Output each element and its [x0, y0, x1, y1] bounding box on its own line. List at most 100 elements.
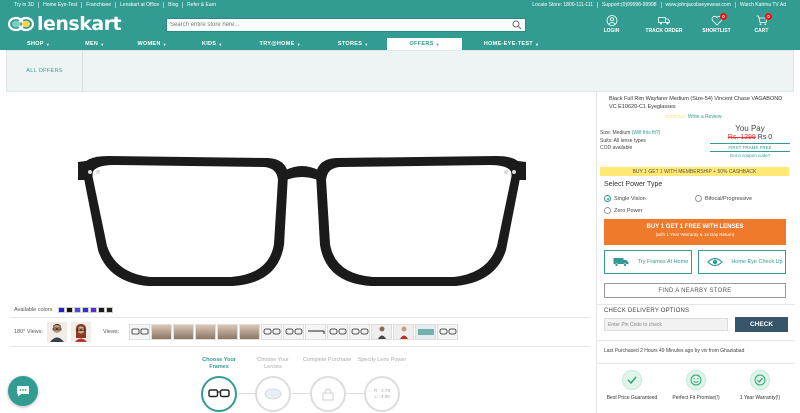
nav-kids[interactable]: KIDS ▼ — [180, 38, 236, 50]
pin-code-input[interactable]: Enter Pin Code to check — [604, 318, 728, 331]
color-swatch[interactable] — [106, 307, 114, 313]
glasses-icon — [285, 328, 303, 335]
home-eye-check-button[interactable]: Home Eye Check Up — [698, 250, 786, 274]
cod-available: COD available — [600, 145, 633, 151]
color-swatch[interactable] — [66, 307, 74, 313]
utility-link-refer-earn[interactable]: Refer & Earn — [183, 2, 220, 8]
nav-offers[interactable]: OFFERS ▼ — [387, 38, 462, 50]
utility-support[interactable]: Support:(0)99998-99998 — [598, 2, 662, 8]
will-this-fit-link[interactable]: (Will this fit?) — [632, 130, 661, 136]
radio-bifocal[interactable]: Bifocal/Progressive — [695, 195, 752, 202]
find-nearby-store-button[interactable]: FIND A NEARBY STORE — [604, 283, 786, 298]
nav-shop[interactable]: SHOP ▼ — [14, 38, 63, 50]
chevron-down-icon: ▼ — [435, 41, 440, 47]
nav-men[interactable]: MEN ▼ — [63, 38, 117, 50]
chevron-down-icon: ▼ — [162, 41, 167, 47]
check-delivery-button[interactable]: CHECK — [735, 317, 788, 332]
color-swatch[interactable] — [82, 307, 90, 313]
cart-button[interactable]: 0 CART — [739, 13, 784, 34]
utility-locate-store[interactable]: Locate Store: 1800-111-111 — [528, 2, 599, 8]
eye-icon — [707, 257, 723, 267]
try-frames-at-home-button[interactable]: Try Frames At Home — [604, 250, 692, 274]
guarantee-perfect-fit[interactable]: Perfect Fit Promise(!) — [665, 370, 727, 401]
nav-try-at-home[interactable]: TRY@HOME ▼ — [236, 38, 314, 50]
step-complete-purchase-label: Complete Purchase — [302, 357, 352, 363]
view-thumbnails — [129, 324, 459, 340]
divider — [597, 340, 795, 341]
product-eyeglasses-image[interactable] — [78, 150, 526, 290]
color-swatch[interactable] — [98, 307, 106, 313]
chevron-down-icon: ▼ — [534, 41, 540, 47]
view-thumbnail[interactable] — [129, 324, 151, 340]
person-icon — [399, 326, 408, 339]
login-button[interactable]: LOGIN — [589, 15, 634, 34]
write-review-link[interactable]: Write a Review — [688, 114, 722, 120]
view-thumbnail[interactable] — [195, 324, 217, 340]
view-thumbnail[interactable] — [437, 324, 459, 340]
step-choose-lenses[interactable] — [255, 376, 291, 412]
view-thumbnail[interactable] — [283, 324, 305, 340]
divider — [10, 317, 590, 318]
search-input[interactable] — [170, 22, 512, 28]
lenskart-logo[interactable]: lenskart — [8, 13, 122, 35]
views-label: Views: — [103, 329, 120, 335]
color-swatch[interactable] — [90, 307, 98, 313]
view-thumbnail[interactable] — [217, 324, 239, 340]
shortlist-button[interactable]: 0 SHORTLIST — [694, 13, 739, 34]
chat-button[interactable] — [8, 376, 38, 406]
view-thumbnail[interactable] — [393, 324, 415, 340]
search-bar[interactable] — [166, 18, 526, 32]
utility-john-jacobs[interactable]: www.johnjacobseyewear.com — [662, 2, 736, 8]
step-lens-power[interactable]: R: -2.75 L: -3.00 — [364, 376, 400, 412]
utility-watch-ad[interactable]: Watch Katrina TV Ad — [736, 2, 790, 8]
utility-link-try-3d[interactable]: Try in 3D — [10, 2, 40, 8]
view-thumbnail[interactable] — [415, 324, 437, 340]
logo-mark-icon — [8, 16, 34, 32]
utility-link-franchisee[interactable]: Franchisee — [82, 2, 117, 8]
search-icon[interactable] — [512, 20, 522, 30]
price-line: Rs. 1299 Rs 0 — [710, 134, 790, 141]
all-offers-link[interactable]: ALL OFFERS — [7, 51, 83, 91]
chevron-down-icon: ▼ — [100, 41, 105, 47]
cart-label: CART — [754, 28, 769, 34]
view-thumbnail[interactable] — [349, 324, 371, 340]
old-price: Rs. 1299 — [727, 134, 756, 141]
eye-check-label: Home Eye Check Up — [731, 258, 783, 265]
shield-check-icon — [750, 370, 770, 390]
view-thumbnail[interactable] — [371, 324, 393, 340]
check-delivery-title: CHECK DELIVERY OPTIONS — [604, 308, 690, 314]
nav-women[interactable]: WOMEN ▼ — [117, 38, 179, 50]
model-thumbnail-female[interactable] — [71, 322, 92, 342]
buy-with-lenses-button[interactable]: BUY 1 GET 1 FREE WITH LENSES (with 1 Yea… — [604, 219, 786, 245]
radio-single-vision[interactable]: Single Vision — [604, 195, 646, 202]
divider — [597, 363, 795, 364]
view-thumbnail[interactable] — [305, 324, 327, 340]
color-swatch[interactable] — [74, 307, 82, 313]
utility-link-blog[interactable]: Blog — [164, 2, 184, 8]
membership-promo-banner: BUY 1 GET 1 WITH MEMBERSHIP + 50% CASHBA… — [600, 167, 789, 176]
utility-link-home-eye-test[interactable]: Home Eye-Test — [39, 2, 83, 8]
view-thumbnail[interactable] — [239, 324, 261, 340]
view-thumbnail[interactable] — [261, 324, 283, 340]
utility-link-lenskart-office[interactable]: Lenskart at Office — [116, 2, 165, 8]
color-swatch[interactable] — [58, 307, 66, 313]
radio-zero-power[interactable]: Zero Power — [604, 207, 642, 214]
nav-stores[interactable]: STORES ▼ — [314, 38, 382, 50]
coupon-link[interactable]: Got a coupon code? — [710, 153, 790, 158]
step-choose-frames[interactable] — [201, 376, 237, 412]
product-specs: Size: Medium (Will this fit?) Suits: All… — [600, 130, 660, 153]
step-connector — [292, 393, 312, 394]
glasses-icon — [131, 328, 149, 335]
glasses-side-icon — [307, 330, 325, 334]
view-thumbnail[interactable] — [151, 324, 173, 340]
available-colors-label: Available colors — [14, 307, 53, 313]
step-complete-purchase[interactable] — [310, 376, 346, 412]
nav-home-eye-test[interactable]: HOME-EYE-TEST ▼ — [462, 38, 552, 50]
check-icon — [622, 370, 642, 390]
model-thumbnail-male[interactable] — [47, 322, 68, 342]
track-order-button[interactable]: TRACK ORDER — [634, 15, 694, 34]
view-thumbnail[interactable] — [327, 324, 349, 340]
guarantee-warranty[interactable]: 1 Year Warranty(!) — [729, 370, 791, 401]
star-rating-icon[interactable]: ☆☆☆☆☆ — [665, 114, 685, 120]
view-thumbnail[interactable] — [173, 324, 195, 340]
